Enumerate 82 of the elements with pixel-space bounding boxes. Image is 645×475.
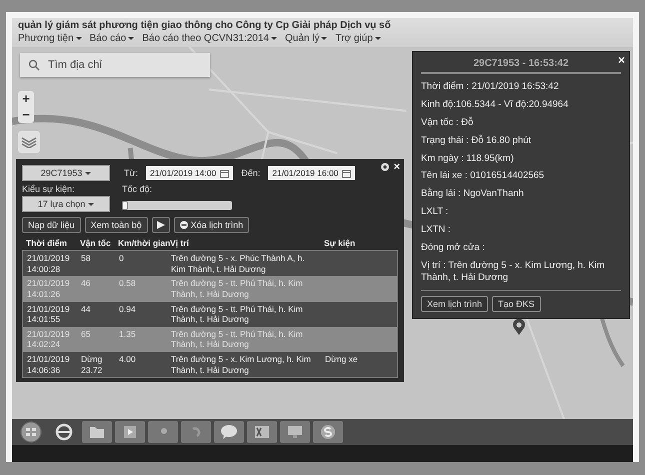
table-cell-text: 21/01/2019 14:06:36 <box>27 354 71 376</box>
media-player-icon[interactable] <box>115 421 145 443</box>
to-label: Đến: <box>241 168 260 178</box>
menu-item[interactable]: Phương tiện <box>18 33 82 44</box>
table-cell-text: 65 <box>81 328 92 341</box>
close-button[interactable]: × <box>394 161 400 173</box>
info-line: LXLT : <box>421 205 450 220</box>
table-cell-text: Trên đường 5 - tt. Phú Thái, h. Kim Thành, t. Hải Dương <box>171 328 304 350</box>
table-cell-text: 21/01/2019 14:00:28 <box>27 253 71 274</box>
search-icon <box>28 59 40 71</box>
table-cell-text: 4.00 <box>119 354 137 366</box>
table-cell-text: Dừng xe <box>325 354 359 366</box>
monitor-icon[interactable] <box>280 421 310 443</box>
info-line: Thời điểm : 21/01/2019 16:53:42 <box>421 80 560 94</box>
chat-app-icon[interactable] <box>313 421 343 443</box>
info-line: Bằng lái : NgoVanThanh <box>421 186 525 202</box>
caret-icon <box>128 37 134 40</box>
table-cell-text: Trên đường 5 - tt. Phú Thái, h. Kim Thành, t. Hải Dương <box>171 304 304 325</box>
play-button[interactable] <box>152 217 170 233</box>
vehicle-dropdown[interactable]: 29C71953 <box>22 165 110 181</box>
clear-route-button[interactable]: Xóa lịch trình <box>174 217 250 233</box>
caret-icon <box>88 202 94 206</box>
info-line: Vận tốc : Đỗ <box>421 116 474 130</box>
table-cell-text: 21/01/2019 14:01:26 <box>27 278 71 300</box>
caret-icon <box>374 37 381 40</box>
speed-label: Tốc độ: <box>122 184 154 194</box>
caret-icon <box>270 37 277 40</box>
column-header: Vận tốc <box>80 238 112 248</box>
event-type-label: Kiểu sự kiện: <box>22 184 76 194</box>
folder-icon[interactable] <box>82 421 112 443</box>
table-cell-text: 1.35 <box>119 328 137 341</box>
start-button[interactable] <box>20 421 42 443</box>
info-line: Km ngày : 118.95(km) <box>421 152 515 166</box>
caret-icon <box>76 37 82 40</box>
table-cell-text: 0.94 <box>119 304 137 316</box>
table-cell-text: 21/01/2019 14:02:24 <box>27 328 71 350</box>
column-header: Thời điểm <box>26 238 68 248</box>
load-data-button[interactable]: Nạp dữ liệu <box>22 217 81 233</box>
table-cell-text: 44 <box>81 304 92 316</box>
play-icon <box>156 221 165 229</box>
calendar-icon <box>342 168 352 178</box>
table-cell-text: 0 <box>119 253 125 265</box>
table-cell-text: 58 <box>81 253 92 265</box>
menu-item[interactable]: Báo cáo theo QCVN31:2014 <box>142 33 277 44</box>
caret-icon <box>85 172 92 174</box>
layers-button[interactable] <box>18 131 40 153</box>
speed-slider[interactable] <box>122 201 232 210</box>
zoom-in-button[interactable]: + <box>18 91 34 107</box>
zoom-out-button[interactable]: − <box>18 107 34 123</box>
table-cell-text: 46 <box>81 278 92 290</box>
info-line: Đóng mở cửa : <box>421 240 486 255</box>
menu-item[interactable]: Báo cáo <box>90 33 134 44</box>
column-header: Vị trí <box>170 238 190 248</box>
chat-bubble-icon[interactable] <box>214 421 244 443</box>
to-date-field[interactable]: 21/01/2019 16:00 <box>268 166 356 180</box>
search-field[interactable]: Tìm địa chỉ <box>20 53 210 77</box>
menu-item[interactable]: Trợ giúp <box>335 33 381 44</box>
menu-item[interactable]: Quản lý <box>284 33 328 44</box>
from-label: Từ: <box>124 168 138 178</box>
app-title: quản lý giám sát phương tiện giao thông cho Công ty Cp Giải pháp Dịch vụ số <box>18 20 392 31</box>
table-cell-text: Dừng 23.72 <box>81 354 104 376</box>
info-line: LXTN : <box>421 223 452 237</box>
info-line: Trạng thái : Đỗ 16.80 phút <box>421 134 532 148</box>
popup-button[interactable]: Tạo ĐKS <box>492 296 541 312</box>
minus-circle-icon <box>180 221 188 229</box>
spreadsheet-icon[interactable] <box>247 421 277 443</box>
settings-icon[interactable] <box>380 162 390 172</box>
event-type-dropdown[interactable]: 17 lựa chọn <box>22 196 110 212</box>
table-cell-text: Trên đường 5 - x. Phúc Thành A, h. Kim Thành, t. Hải Dương <box>171 253 306 274</box>
table-cell-text: 21/01/2019 14:01:55 <box>27 304 71 325</box>
info-line: Kinh độ:106.5344 - Vĩ độ:20.94964 <box>421 98 570 112</box>
from-date-field[interactable]: 21/01/2019 14:00 <box>146 166 234 180</box>
caret-icon <box>321 37 328 40</box>
view-all-button[interactable]: Xem toàn bộ <box>84 217 148 233</box>
popup-button[interactable]: Xem lịch trình <box>421 296 488 312</box>
table-cell-text: 0.58 <box>119 278 137 290</box>
info-line: Tên lái xe : 01016514402565 <box>421 169 546 184</box>
calendar-icon <box>220 168 230 178</box>
info-line: Vị trí : Trên đường 5 - x. Kim Lương, h. Kim Thành, t. Hải Dương <box>421 258 606 285</box>
table-cell-text: Trên đường 5 - x. Kim Lương, h. Kim Thành, t. Hải Dương <box>171 354 312 376</box>
column-header: Sự kiện <box>324 238 356 248</box>
table-cell-text: Trên đường 5 - tt. Phú Thái, h. Kim Thành, t. Hải Dương <box>171 278 304 300</box>
